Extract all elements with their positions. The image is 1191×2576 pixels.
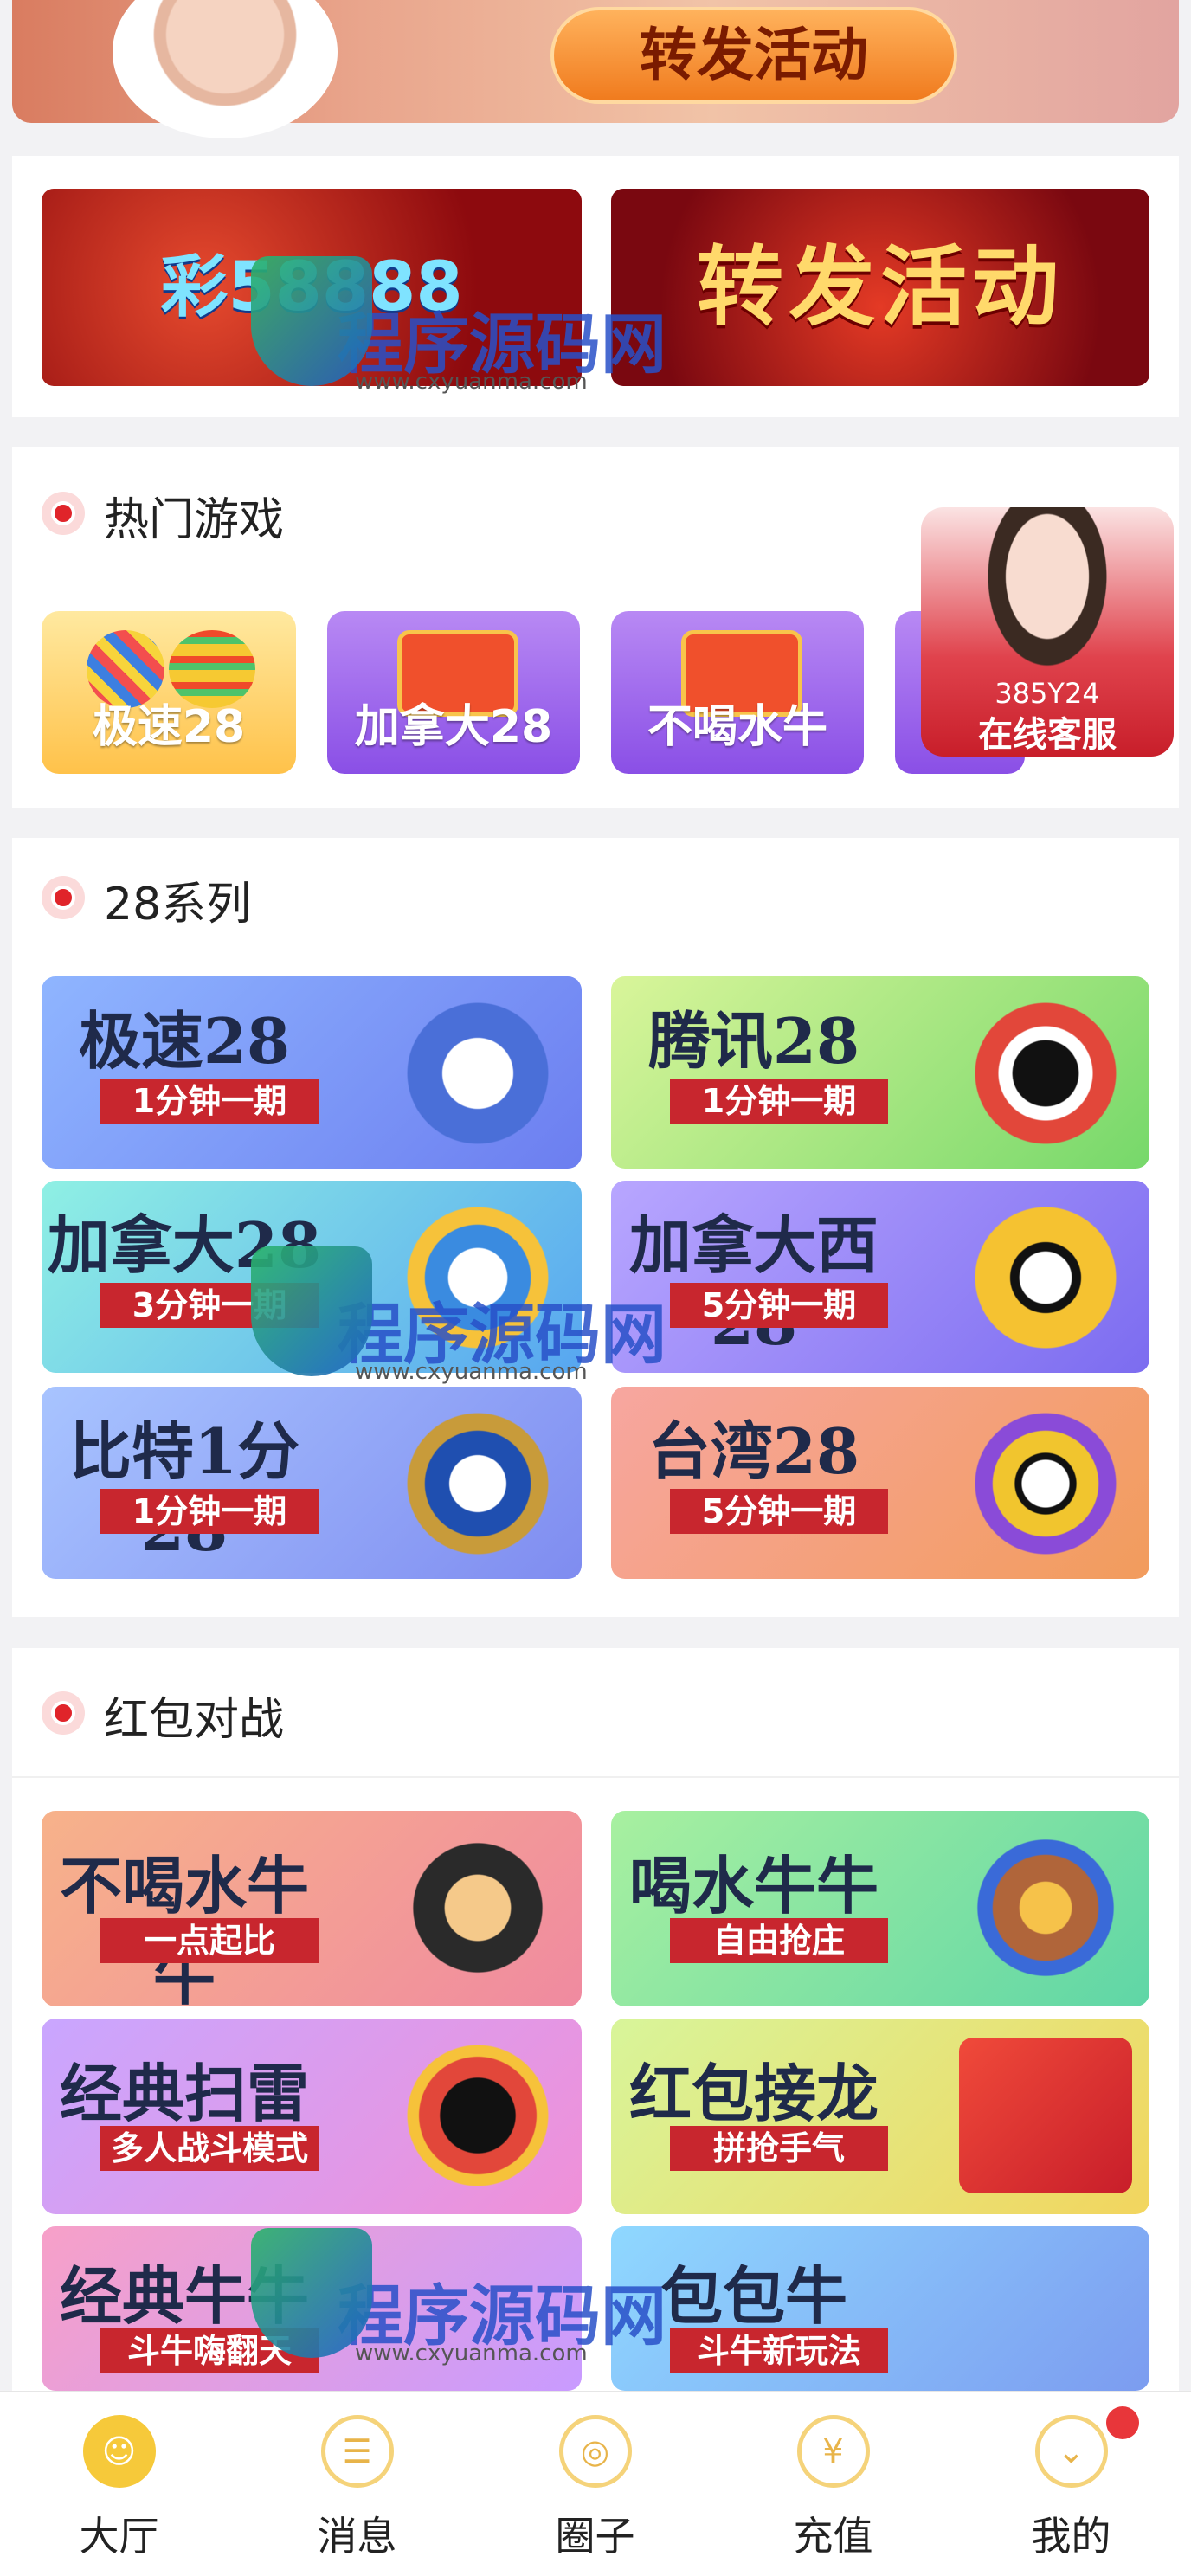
service-avatar [978, 507, 1117, 680]
watermark-shield-icon [251, 256, 372, 386]
game-name: 红包接龙 [628, 2057, 879, 2130]
game-tag: 1分钟一期 [100, 1489, 319, 1534]
game-tag: 自由抢庄 [670, 1918, 888, 1963]
game-tag: 5分钟一期 [670, 1489, 888, 1534]
game-tile-tencent28[interactable]: 腾讯28 1分钟一期 [611, 976, 1149, 1169]
game-name: 腾讯28 [647, 1004, 860, 1078]
game-tile-taiwan28[interactable]: 台湾28 5分钟一期 [611, 1387, 1149, 1579]
watermark-url: www.cxyuanma.com [355, 369, 588, 395]
tab-recharge[interactable]: ¥ 充值 [714, 2415, 952, 2571]
game-name: 极速28 [78, 1004, 291, 1078]
service-label: 在线客服 [978, 715, 1117, 755]
watermark: 程序源码网 www.cxyuanma.com [251, 2228, 666, 2367]
game-tag: 斗牛新玩法 [670, 2328, 888, 2373]
game-tile-minesweeper[interactable]: 经典扫雷 多人战斗模式 [42, 2019, 582, 2214]
smile-icon: ☺ [82, 2415, 156, 2488]
game-tag: 一点起比 [100, 1918, 319, 1963]
forward-activity-button[interactable]: 转发活动 [550, 7, 957, 104]
game-tag: 1分钟一期 [670, 1079, 888, 1124]
tab-profile[interactable]: ⌄ 我的 [952, 2415, 1190, 2571]
profile-icon: ⌄ [1034, 2415, 1108, 2488]
online-service-button[interactable]: 385Y24 在线客服 [921, 507, 1174, 757]
circle-icon: ◎ [558, 2415, 632, 2488]
recharge-icon: ¥ [796, 2415, 870, 2488]
tab-circle[interactable]: ◎ 圈子 [476, 2415, 714, 2571]
divider [12, 1776, 1179, 1778]
game-tile-baobaoniu[interactable]: 包包牛 斗牛新玩法 [611, 2226, 1149, 2391]
section-dot-icon [42, 1691, 85, 1735]
tab-label: 大厅 [79, 2513, 159, 2560]
hot-game-label: 极速28 [92, 701, 246, 753]
game-tile-heshuiniuniu[interactable]: 喝水牛牛 自由抢庄 [611, 1811, 1149, 2006]
hot-game-jisu28[interactable]: 极速28 [42, 611, 296, 774]
section-dot-icon [42, 492, 85, 535]
game-tag: 5分钟一期 [670, 1283, 888, 1328]
message-icon: ☰ [320, 2415, 394, 2488]
watermark: 程序源码网 www.cxyuanma.com [251, 1246, 666, 1385]
game-tile-jielong[interactable]: 红包接龙 拼抢手气 [611, 2019, 1149, 2214]
section-title: 28系列 [104, 879, 252, 931]
game-tile-canadawest28[interactable]: 加拿大西28 5分钟一期 [611, 1181, 1149, 1373]
billiard-ball-icon [959, 1406, 1132, 1562]
red-envelope-icon [959, 2038, 1132, 2193]
game-tile-buheshuiniuniu[interactable]: 不喝水牛牛 一点起比 [42, 1811, 582, 2006]
promo-banner-forward[interactable]: 转发活动 [611, 189, 1149, 386]
hot-game-buheshuiniu[interactable]: 不喝水牛 [611, 611, 864, 774]
hot-game-label: 不喝水牛 [647, 701, 827, 753]
game-tile-bitcoin28[interactable]: 比特1分28 1分钟一期 [42, 1387, 582, 1579]
bingo-card-icon [391, 1406, 564, 1562]
game-name: 喝水牛牛 [628, 1849, 879, 1922]
section-title: 热门游戏 [104, 494, 285, 546]
lottery-balls-icon [391, 995, 564, 1151]
section-dot-icon [42, 876, 85, 919]
game-name: 经典扫雷 [59, 2057, 309, 2130]
tab-label: 我的 [1031, 2513, 1111, 2560]
section-title: 红包对战 [104, 1694, 285, 1746]
watermark: 程序源码网 www.cxyuanma.com [251, 256, 666, 395]
game-tag: 1分钟一期 [100, 1079, 319, 1124]
watermark-url: www.cxyuanma.com [355, 1359, 588, 1385]
game-name: 台湾28 [647, 1414, 860, 1488]
billiard-ball-icon [959, 1200, 1132, 1356]
tab-label: 消息 [317, 2513, 397, 2560]
tab-label: 圈子 [555, 2513, 635, 2560]
game-tag: 多人战斗模式 [100, 2126, 319, 2171]
hot-game-canada28[interactable]: 加拿大28 [327, 611, 580, 774]
service-count: 385Y24 [995, 677, 1100, 710]
bull-mascot-icon [959, 1830, 1132, 1986]
game-name: 比特1分28 [68, 1414, 300, 1565]
game-tile-jisu28[interactable]: 极速28 1分钟一期 [42, 976, 582, 1169]
bull-mascot-icon [391, 1830, 564, 1986]
tab-messages[interactable]: ☰ 消息 [238, 2415, 476, 2571]
game-tag: 拼抢手气 [670, 2126, 888, 2171]
tab-label: 充值 [793, 2513, 873, 2560]
watermark-shield-icon [251, 2228, 372, 2358]
penguin-icon [959, 995, 1132, 1151]
promo-text: 转发活动 [697, 236, 1064, 338]
tab-lobby[interactable]: ☺ 大厅 [0, 2415, 238, 2571]
watermark-url: www.cxyuanma.com [355, 2341, 588, 2367]
watermark-shield-icon [251, 1246, 372, 1376]
bomb-icon [391, 2038, 564, 2193]
hot-game-label: 加拿大28 [354, 701, 553, 753]
notification-badge [1106, 2406, 1139, 2439]
